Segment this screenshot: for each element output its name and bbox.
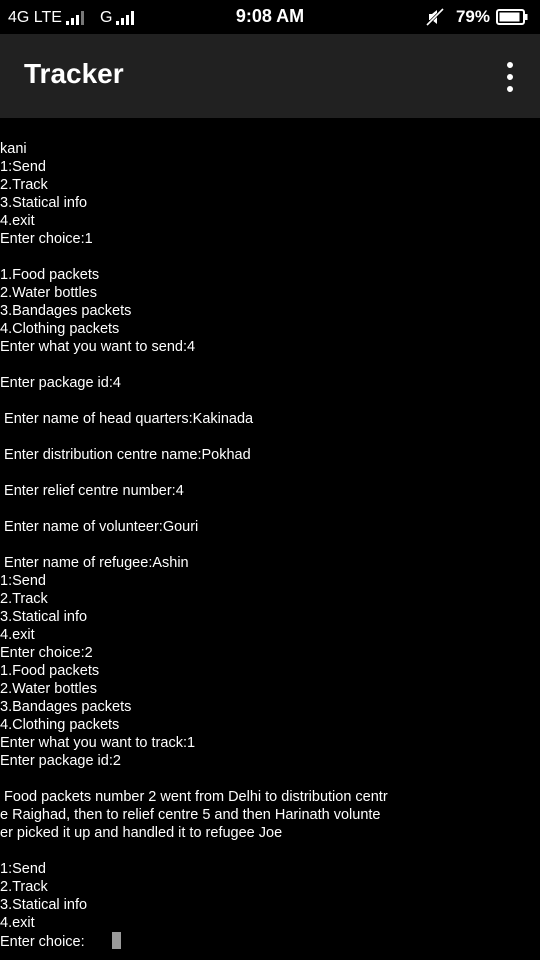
console-line: 2.Track [0, 879, 48, 895]
console-line: Enter name of head quarters:Kakinada [0, 411, 254, 427]
console-line: 1.Food packets [0, 663, 100, 679]
app-title: Tracker [24, 58, 124, 89]
console-line: 3.Bandages packets [0, 303, 132, 319]
console-line: 4.exit [0, 213, 35, 229]
console-line: Enter name of volunteer:Gouri [0, 519, 199, 535]
console-prompt-line[interactable]: Enter choice: [0, 932, 540, 950]
status-right: 79% [425, 7, 528, 27]
console-line: 3.Statical info [0, 897, 88, 913]
console-line: 4.exit [0, 627, 35, 643]
console-line: 4.exit [0, 915, 35, 931]
console-prompt: Enter choice: [0, 934, 85, 950]
console-line: 2.Water bottles [0, 285, 97, 301]
console-line: e Raighad, then to relief centre 5 and t… [0, 807, 381, 823]
console-line: Enter what you want to track:1 [0, 735, 196, 751]
battery-percent: 79% [455, 7, 490, 26]
console-line: Enter package id:4 [0, 375, 121, 391]
console-line: Enter package id:2 [0, 753, 121, 769]
console-line: 1:Send [0, 573, 46, 589]
text-cursor[interactable] [111, 932, 121, 949]
console-line: er picked it up and handled it to refuge… [0, 825, 283, 841]
console-line: Enter choice:1 [0, 231, 93, 247]
console-line: 2.Water bottles [0, 681, 97, 697]
console-line: 3.Statical info [0, 195, 88, 211]
mute-icon [425, 8, 444, 26]
console-line: Enter distribution centre name:Pokhad [0, 447, 251, 463]
console-line: 3.Statical info [0, 609, 88, 625]
console-line: Enter choice:2 [0, 645, 93, 661]
console-line: 4.Clothing packets [0, 717, 120, 733]
console-line: 2.Track [0, 591, 48, 607]
console-line: 1.Food packets [0, 267, 100, 283]
console-line: Food packets number 2 went from Delhi to… [0, 789, 388, 805]
console-line: kani [0, 141, 27, 157]
battery-icon [496, 9, 528, 25]
console-line: 1:Send [0, 861, 46, 877]
app-bar: Tracker [0, 34, 540, 118]
console-line: Enter relief centre number:4 [0, 483, 184, 499]
console-line: 3.Bandages packets [0, 699, 132, 715]
status-bar: 4G LTE G 9:08 AM 79% [0, 0, 540, 34]
console-line: Enter name of refugee:Ashin [0, 555, 189, 571]
console-line: Enter what you want to send:4 [0, 339, 196, 355]
console-line: 1:Send [0, 159, 46, 175]
overflow-menu-icon[interactable] [504, 62, 516, 92]
console-line: 2.Track [0, 177, 48, 193]
console-line: 4.Clothing packets [0, 321, 120, 337]
console-output: kani 1:Send 2.Track 3.Statical info 4.exit En… [0, 140, 540, 950]
